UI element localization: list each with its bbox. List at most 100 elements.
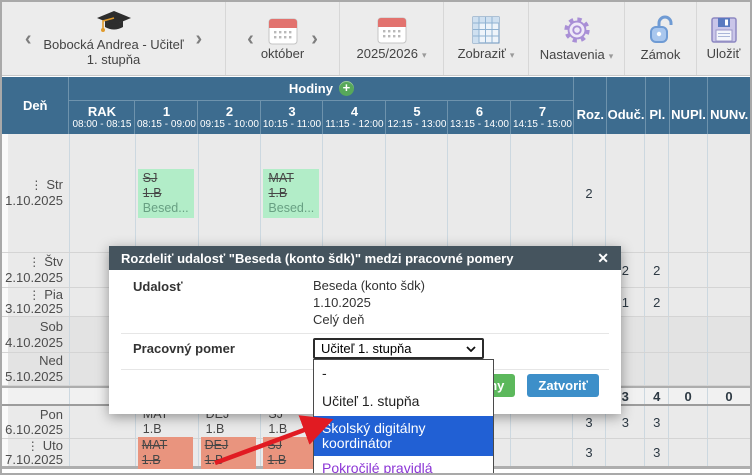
stat-value: 2 <box>645 253 669 287</box>
table-header: Deň Hodiny + RAK08:00 - 08:15 108:15 - 0… <box>2 77 750 134</box>
stat-value <box>669 406 708 438</box>
nastavenia-button[interactable]: Nastavenia ▾ <box>529 2 625 75</box>
stat-value <box>708 253 750 287</box>
prev-teacher-button[interactable]: ‹ <box>18 29 39 49</box>
event-date: 1.10.2025 <box>313 294 425 311</box>
day-date: 5.10.2025 <box>5 369 63 385</box>
stat-value <box>669 134 708 252</box>
stat-value <box>708 288 750 316</box>
calendar-icon <box>377 16 407 44</box>
dialog-title: Rozdeliť udalosť "Beseda (konto šdk)" me… <box>121 251 597 266</box>
next-month-button[interactable]: › <box>304 29 325 49</box>
calendar-icon <box>268 17 298 45</box>
day-date: 4.10.2025 <box>5 335 63 351</box>
option-empty[interactable]: - <box>314 360 493 389</box>
prev-month-button[interactable]: ‹ <box>240 29 261 49</box>
total-nunv: 0 <box>708 388 750 404</box>
stat-value: 3 <box>645 439 669 466</box>
table-row-str: ⋮Str1.10.2025 SJ 1.B Besed... MAT 1.B Be… <box>2 134 750 253</box>
next-teacher-button[interactable]: › <box>189 29 210 49</box>
save-floppy-icon <box>710 16 738 44</box>
day-date: 7.10.2025 <box>5 453 63 467</box>
stat-value <box>708 406 750 438</box>
toolbar: ‹ Bobocká Andrea - Učiteľ 1. stupňa › ‹ <box>2 2 750 76</box>
employment-select-value: Učiteľ 1. stupňa <box>321 341 466 356</box>
day-date: 3.10.2025 <box>5 302 63 316</box>
grid-table-icon <box>471 16 501 44</box>
event-duration: Celý deň <box>313 311 425 328</box>
hodiny-header: Hodiny + <box>69 77 573 101</box>
stat-header-nupl: NUPl. <box>670 77 709 134</box>
day-date: 2.10.2025 <box>5 270 63 286</box>
zamok-button[interactable]: Zámok <box>625 2 697 75</box>
gear-icon <box>561 15 593 45</box>
option-pokrocile-pravidla[interactable]: Pokročilé pravidlá <box>314 456 493 475</box>
app-window: ‹ Bobocká Andrea - Učiteľ 1. stupňa › ‹ <box>0 0 752 475</box>
event-chip[interactable]: MAT 1.B Besed... <box>263 169 319 218</box>
event-label: Udalosť <box>133 279 183 294</box>
ulozit-button[interactable]: Uložiť <box>697 2 750 75</box>
chevron-down-icon <box>466 346 476 352</box>
period-header: RAK08:00 - 08:15 <box>69 101 135 134</box>
period-header: 209:15 - 10:00 <box>198 101 261 134</box>
period-header: 411:15 - 12:00 <box>323 101 386 134</box>
day-date: 1.10.2025 <box>5 193 63 209</box>
total-nupl: 0 <box>669 388 708 404</box>
event-name: Beseda (konto šdk) <box>313 277 425 294</box>
close-icon[interactable]: ✕ <box>597 250 609 267</box>
employment-label: Pracovný pomer <box>133 341 235 356</box>
zobrazit-button[interactable]: Zobraziť ▾ <box>444 2 529 75</box>
ulozit-label: Uložiť <box>707 46 741 61</box>
unlocked-padlock-icon <box>647 15 675 45</box>
employment-dropdown-list: - Učiteľ 1. stupňa Školský digitálny koo… <box>313 359 494 475</box>
zobrazit-label: Zobraziť <box>458 46 506 61</box>
day-label: Ned <box>39 353 63 369</box>
event-chip[interactable]: DEJ1.B <box>201 437 256 469</box>
caret-down-icon: ▾ <box>422 50 427 60</box>
total-pl: 4 <box>645 388 669 404</box>
add-period-icon[interactable]: + <box>339 81 354 96</box>
stat-value: 2 <box>573 134 607 252</box>
stat-header-roz: Roz. <box>573 77 607 134</box>
stat-header-pl: Pl. <box>646 77 670 134</box>
year-selector[interactable]: 2025/2026 ▾ <box>340 2 444 75</box>
row-drag-handle-icon[interactable]: ⋮ <box>30 177 42 193</box>
stat-value <box>669 288 708 316</box>
zamok-label: Zámok <box>641 47 681 62</box>
row-drag-handle-icon[interactable]: ⋮ <box>28 254 40 270</box>
event-chip[interactable]: MAT1.B <box>138 437 193 469</box>
day-label: Štv <box>44 254 63 270</box>
month-label: október <box>261 46 304 61</box>
stat-header-oduc: Oduč. <box>607 77 646 134</box>
row-drag-handle-icon[interactable]: ⋮ <box>28 288 40 302</box>
employment-select[interactable]: Učiteľ 1. stupňa <box>313 338 484 359</box>
period-header: 613:15 - 14:00 <box>448 101 511 134</box>
caret-down-icon: ▾ <box>510 50 515 60</box>
year-label: 2025/2026 <box>357 46 418 61</box>
stat-value: 3 <box>573 439 607 466</box>
event-chip[interactable]: SJ 1.B Besed... <box>138 169 194 218</box>
stat-value: 2 <box>645 288 669 316</box>
stat-value <box>645 134 669 252</box>
option-ucitel[interactable]: Učiteľ 1. stupňa <box>314 389 493 416</box>
stat-value <box>606 134 645 252</box>
row-drag-handle-icon[interactable]: ⋮ <box>27 439 39 453</box>
caret-down-icon: ▾ <box>609 51 614 61</box>
option-skolsky-koordinator[interactable]: Školský digitálny koordinátor <box>314 416 493 456</box>
hodiny-label: Hodiny <box>289 81 333 96</box>
nastavenia-label: Nastavenia <box>540 47 605 62</box>
month-navigator: ‹ október › <box>226 2 340 75</box>
stat-header-nunv: NUNv. <box>708 77 750 134</box>
close-dialog-button[interactable]: Zatvoriť <box>527 374 599 397</box>
dialog-titlebar: Rozdeliť udalosť "Beseda (konto šdk)" me… <box>109 246 621 270</box>
event-chip[interactable]: SJ1.B <box>263 437 318 469</box>
teacher-navigator: ‹ Bobocká Andrea - Učiteľ 1. stupňa › <box>2 2 226 75</box>
stat-value: 3 <box>645 406 669 438</box>
day-label: Uto <box>43 439 63 453</box>
stat-value <box>606 439 645 466</box>
divider <box>121 333 609 334</box>
stat-value <box>708 134 750 252</box>
period-header: 714:15 - 15:00 <box>511 101 573 134</box>
day-label: Sob <box>40 319 63 335</box>
stat-value <box>669 253 708 287</box>
